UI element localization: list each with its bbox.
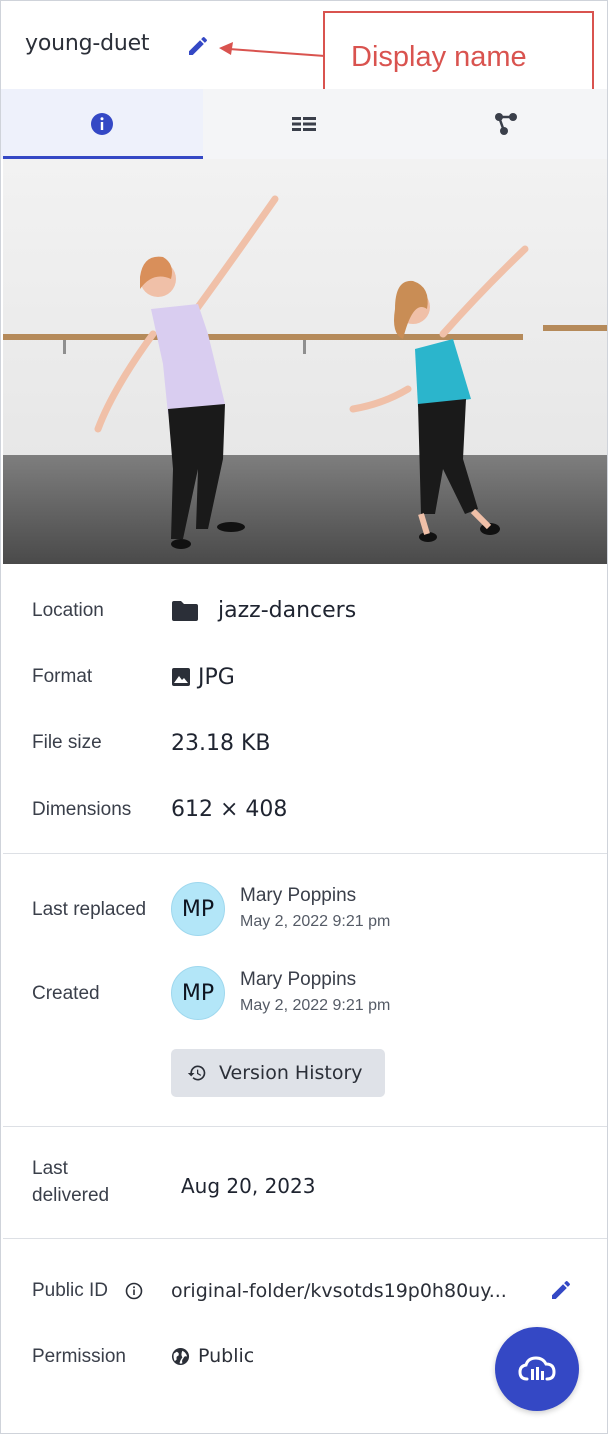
info-outline-icon[interactable] (125, 1282, 143, 1300)
cloudinary-fab-button[interactable] (495, 1327, 579, 1411)
format-label: Format (32, 666, 93, 687)
globe-icon (171, 1347, 190, 1366)
last-delivered-value: Aug 20, 2023 (181, 1174, 316, 1198)
avatar: MP (171, 882, 225, 936)
replaced-by-name: Mary Poppins (240, 885, 357, 906)
version-history-label: Version History (219, 1062, 363, 1084)
created-date: May 2, 2022 9:21 pm (240, 997, 391, 1014)
last-replaced-label: Last replaced (32, 899, 147, 920)
public-id-label: Public ID (32, 1280, 109, 1301)
divider (3, 1238, 607, 1239)
permission-value: Public (198, 1345, 255, 1367)
location-value[interactable]: jazz-dancers (218, 598, 356, 623)
created-label: Created (32, 983, 100, 1004)
asset-details-panel: young-duet Display name Location jazz-da… (0, 0, 608, 1434)
dimensions-value: 612 × 408 (171, 797, 288, 822)
asset-preview-image[interactable] (3, 159, 607, 564)
public-id-value[interactable]: original-folder/kvsotds19p0h80uy... (171, 1280, 507, 1302)
filesize-value: 23.18 KB (171, 731, 271, 756)
info-icon (91, 113, 113, 135)
dimensions-label: Dimensions (32, 799, 132, 820)
location-label: Location (32, 600, 104, 621)
graph-icon (495, 113, 517, 135)
callout-arrow (219, 42, 326, 57)
divider (3, 1126, 607, 1127)
last-delivered-label-line1: Last (32, 1158, 68, 1179)
permission-label: Permission (32, 1346, 126, 1367)
divider (3, 853, 607, 854)
cloud-upload-icon (518, 1356, 556, 1381)
display-name: young-duet (25, 31, 150, 56)
pencil-icon (189, 36, 208, 55)
filesize-label: File size (32, 732, 102, 753)
history-icon (187, 1065, 206, 1081)
dancers-photo (3, 159, 607, 564)
created-by-name: Mary Poppins (240, 969, 357, 990)
tab-metadata[interactable] (203, 89, 405, 159)
annotation-label: Display name (351, 41, 527, 73)
format-value: JPG (198, 665, 235, 690)
panel-header: young-duet Display name (1, 1, 607, 103)
list-icon (292, 117, 316, 131)
tab-relations[interactable] (405, 89, 607, 159)
edit-public-id-button[interactable] (549, 1278, 575, 1304)
pencil-icon (552, 1280, 571, 1299)
tab-info[interactable] (1, 89, 203, 159)
last-delivered-label-line2: delivered (32, 1185, 110, 1206)
folder-icon (172, 601, 198, 621)
panel-tabs (1, 89, 607, 159)
image-icon (172, 668, 190, 686)
avatar: MP (171, 966, 225, 1020)
replaced-date: May 2, 2022 9:21 pm (240, 913, 391, 930)
version-history-button[interactable]: Version History (171, 1049, 385, 1097)
edit-display-name-button[interactable] (185, 34, 211, 58)
